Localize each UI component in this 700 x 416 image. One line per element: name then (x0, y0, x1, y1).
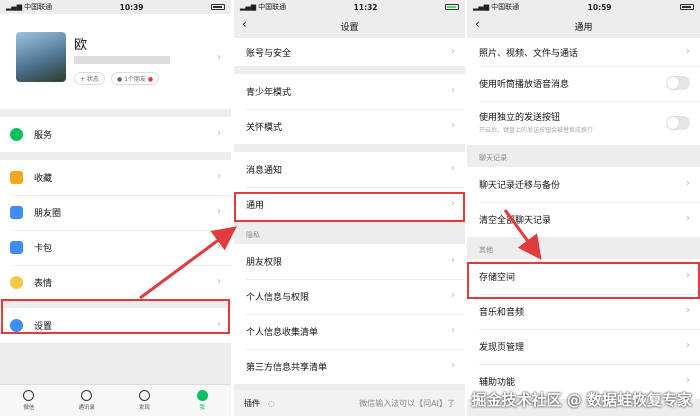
arrow-to-general (139, 226, 237, 300)
watermark: 掘金技术社区 @ 数据蛙恢复专家 (471, 391, 692, 409)
screenshot-stage: ▂▄▆ 中国联通 10:39 欧 + 状态 ● 1个朋友 ● › 服务 › 收藏 › … (0, 0, 700, 416)
arrow-to-storage (503, 209, 542, 260)
annotation-arrows (139, 209, 542, 300)
